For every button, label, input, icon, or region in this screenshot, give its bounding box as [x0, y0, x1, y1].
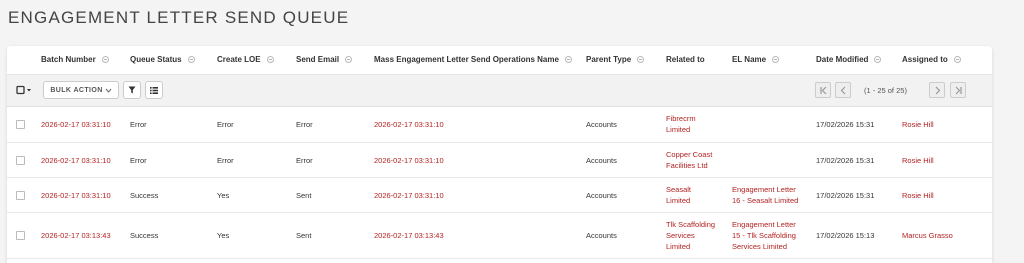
column-header-el-name[interactable]: EL Name [732, 55, 780, 64]
assigned-to-link[interactable]: Rosie Hill [902, 155, 934, 166]
column-chooser-button[interactable] [145, 81, 163, 99]
related-to-link[interactable]: Fibrecrm Limited [666, 113, 696, 135]
create-loe: Error [217, 120, 234, 129]
queue-table-card: Batch Number Queue Status Create LOE Sen… [7, 46, 992, 263]
column-header-related-to[interactable]: Related to [666, 55, 705, 64]
sort-icon[interactable] [874, 56, 882, 63]
send-email: Sent [296, 231, 312, 240]
row-checkbox[interactable] [16, 156, 25, 165]
queue-status: Success [130, 231, 159, 240]
related-to-link[interactable]: Seasalt Limited [666, 184, 691, 206]
sort-icon[interactable] [187, 56, 195, 63]
table-row[interactable]: 2026-02-17 03:13:43 Success Yes Sent 202… [7, 213, 992, 259]
el-name-link[interactable]: Engagement Letter 15 - Tlk Scaffolding Ser… [732, 219, 796, 252]
table-row[interactable]: 2026-02-17 03:31:10 Success Yes Sent 202… [7, 178, 992, 213]
table-row[interactable]: 2026-02-17 03:31:10 Error Error Error 20… [7, 107, 992, 143]
create-loe: Yes [217, 191, 230, 200]
last-page-icon [955, 86, 962, 94]
batch-number-link[interactable]: 2026-02-17 03:13:43 [41, 230, 111, 241]
first-page-button[interactable] [815, 82, 831, 98]
bulk-action-button[interactable]: BULK ACTION [43, 81, 119, 99]
next-page-button[interactable] [929, 82, 945, 98]
column-header-create-loe[interactable]: Create LOE [217, 55, 274, 64]
column-header-send-email[interactable]: Send Email [296, 55, 353, 64]
date-modified: 17/02/2026 15:31 [816, 156, 875, 165]
date-modified: 17/02/2026 15:31 [816, 191, 875, 200]
list-icon [150, 86, 158, 94]
assigned-to-link[interactable]: Rosie Hill [902, 119, 934, 130]
queue-status: Error [130, 120, 147, 129]
column-header-batch-number[interactable]: Batch Number [41, 55, 109, 64]
sort-icon[interactable] [266, 56, 274, 63]
assigned-to-link[interactable]: Marcus Grasso [902, 230, 953, 241]
sort-icon[interactable] [101, 56, 109, 63]
mass-name-link[interactable]: 2026-02-17 03:13:43 [374, 230, 444, 241]
related-to-link[interactable]: Copper Coast Facilities Ltd [666, 149, 712, 171]
column-header-parent-type[interactable]: Parent Type [586, 55, 645, 64]
sort-icon[interactable] [345, 56, 353, 63]
el-name-link[interactable]: Engagement Letter 16 - Seasalt Limited [732, 184, 798, 206]
send-email: Sent [296, 191, 312, 200]
chevron-left-icon [840, 86, 845, 94]
assigned-to-link[interactable]: Rosie Hill [902, 190, 934, 201]
send-email: Error [296, 156, 313, 165]
related-to-link[interactable]: Tlk Scaffolding Services Limited [666, 219, 715, 252]
column-header-date-modified[interactable]: Date Modified [816, 55, 882, 64]
previous-page-button[interactable] [835, 82, 851, 98]
mass-name-link[interactable]: 2026-02-17 03:31:10 [374, 155, 444, 166]
parent-type: Accounts [586, 191, 617, 200]
pagination-range: (1 - 25 of 25) [864, 86, 907, 95]
batch-number-link[interactable]: 2026-02-17 03:31:10 [41, 155, 111, 166]
chevron-down-icon [105, 88, 112, 93]
list-toolbar: BULK ACTION (1 - 25 of 25) [7, 75, 992, 107]
checkbox-dropdown-icon [16, 85, 31, 95]
column-header-mass-name[interactable]: Mass Engagement Letter Send Operations N… [374, 55, 572, 64]
sort-icon[interactable] [953, 56, 961, 63]
page-title: ENGAGEMENT LETTER SEND QUEUE [8, 8, 350, 27]
queue-status: Error [130, 156, 147, 165]
filter-icon [128, 86, 136, 94]
table-row[interactable]: 2026-02-17 03:31:10 Error Error Error 20… [7, 143, 992, 178]
sort-icon[interactable] [564, 56, 572, 63]
row-checkbox[interactable] [16, 191, 25, 200]
sort-icon[interactable] [637, 56, 645, 63]
column-header-queue-status[interactable]: Queue Status [130, 55, 195, 64]
mass-name-link[interactable]: 2026-02-17 03:31:10 [374, 119, 444, 130]
table-header: Batch Number Queue Status Create LOE Sen… [7, 46, 992, 75]
batch-number-link[interactable]: 2026-02-17 03:31:10 [41, 190, 111, 201]
date-modified: 17/02/2026 15:31 [816, 120, 875, 129]
send-email: Error [296, 120, 313, 129]
batch-number-link[interactable]: 2026-02-17 03:31:10 [41, 119, 111, 130]
mass-name-link[interactable]: 2026-02-17 03:31:10 [374, 190, 444, 201]
date-modified: 17/02/2026 15:13 [816, 231, 875, 240]
select-all-dropdown[interactable] [13, 81, 37, 99]
row-checkbox[interactable] [16, 120, 25, 129]
first-page-icon [819, 86, 826, 94]
filter-button[interactable] [123, 81, 141, 99]
parent-type: Accounts [586, 156, 617, 165]
parent-type: Accounts [586, 120, 617, 129]
create-loe: Yes [217, 231, 230, 240]
queue-status: Success [130, 191, 159, 200]
create-loe: Error [217, 156, 234, 165]
parent-type: Accounts [586, 231, 617, 240]
row-checkbox[interactable] [16, 231, 25, 240]
sort-icon[interactable] [772, 56, 780, 63]
last-page-button[interactable] [950, 82, 966, 98]
chevron-right-icon [935, 86, 940, 94]
column-header-assigned-to[interactable]: Assigned to [902, 55, 961, 64]
